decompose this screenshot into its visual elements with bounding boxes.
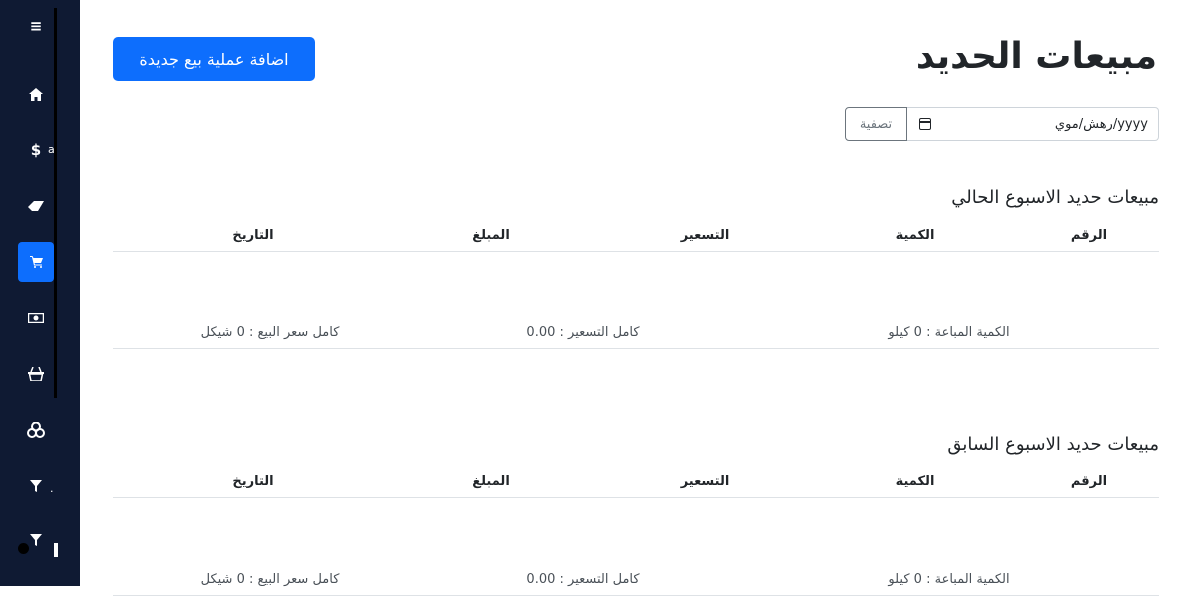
summary-pricing: كامل التسعير : 0.00 (526, 572, 640, 587)
filter-icon-2[interactable] (18, 520, 54, 560)
sidebar-dot: . (50, 482, 54, 495)
page-title: مبيعات الحديد (915, 36, 1157, 77)
summary-pricing: كامل التسعير : 0.00 (526, 325, 640, 340)
col-header-number: الرقم (1070, 474, 1108, 489)
calendar-icon[interactable] (919, 118, 931, 130)
sidebar-label-stub: a (48, 143, 55, 156)
current-week-header-row: الرقم الكمية التسعير المبلغ التاريخ (113, 221, 1159, 252)
current-week-summary-row: الكمية المباعة : 0 كيلو كامل التسعير : 0… (113, 318, 1159, 349)
home-icon[interactable] (18, 74, 54, 114)
summary-sale-price: كامل سعر البيع : 0 شيكل (200, 572, 340, 587)
menu-icon[interactable]: ≡ (18, 6, 54, 46)
col-header-quantity: الكمية (895, 228, 935, 243)
filter-button[interactable]: تصفية (845, 107, 907, 141)
col-header-amount: المبلغ (472, 474, 510, 489)
summary-sale-price: كامل سعر البيع : 0 شيكل (200, 325, 340, 340)
filter-icon[interactable] (18, 466, 54, 506)
cubes-icon[interactable] (18, 410, 54, 450)
cursor-bar (54, 543, 58, 557)
col-header-amount: المبلغ (472, 228, 510, 243)
col-header-number: الرقم (1070, 228, 1108, 243)
col-header-pricing: التسعير (680, 474, 730, 489)
sidebar-scrollbar[interactable] (54, 8, 57, 398)
date-filter: تصفية yyyy/رهش/موي (845, 107, 1159, 141)
eraser-icon[interactable] (18, 186, 54, 226)
cart-icon[interactable] (18, 242, 54, 282)
col-header-date: التاريخ (232, 228, 274, 243)
col-header-date: التاريخ (232, 474, 274, 489)
sidebar: ≡ $ a . (0, 0, 80, 586)
previous-week-summary-row: الكمية المباعة : 0 كيلو كامل التسعير : 0… (113, 565, 1159, 596)
money-icon[interactable] (18, 298, 54, 338)
previous-week-header-row: الرقم الكمية التسعير المبلغ التاريخ (113, 467, 1159, 498)
summary-quantity: الكمية المباعة : 0 كيلو (888, 572, 1010, 587)
date-input[interactable]: yyyy/رهش/موي (907, 107, 1159, 141)
status-dot (18, 543, 29, 554)
basket-icon[interactable] (18, 354, 54, 394)
col-header-quantity: الكمية (895, 474, 935, 489)
col-header-pricing: التسعير (680, 228, 730, 243)
date-input-value: yyyy/رهش/موي (1054, 116, 1148, 132)
add-sale-button[interactable]: اضافة عملية بيع جديدة (113, 37, 315, 81)
current-week-title: مبيعات حديد الاسبوع الحالي (951, 187, 1159, 208)
summary-quantity: الكمية المباعة : 0 كيلو (888, 325, 1010, 340)
previous-week-title: مبيعات حديد الاسبوع السابق (947, 434, 1159, 455)
